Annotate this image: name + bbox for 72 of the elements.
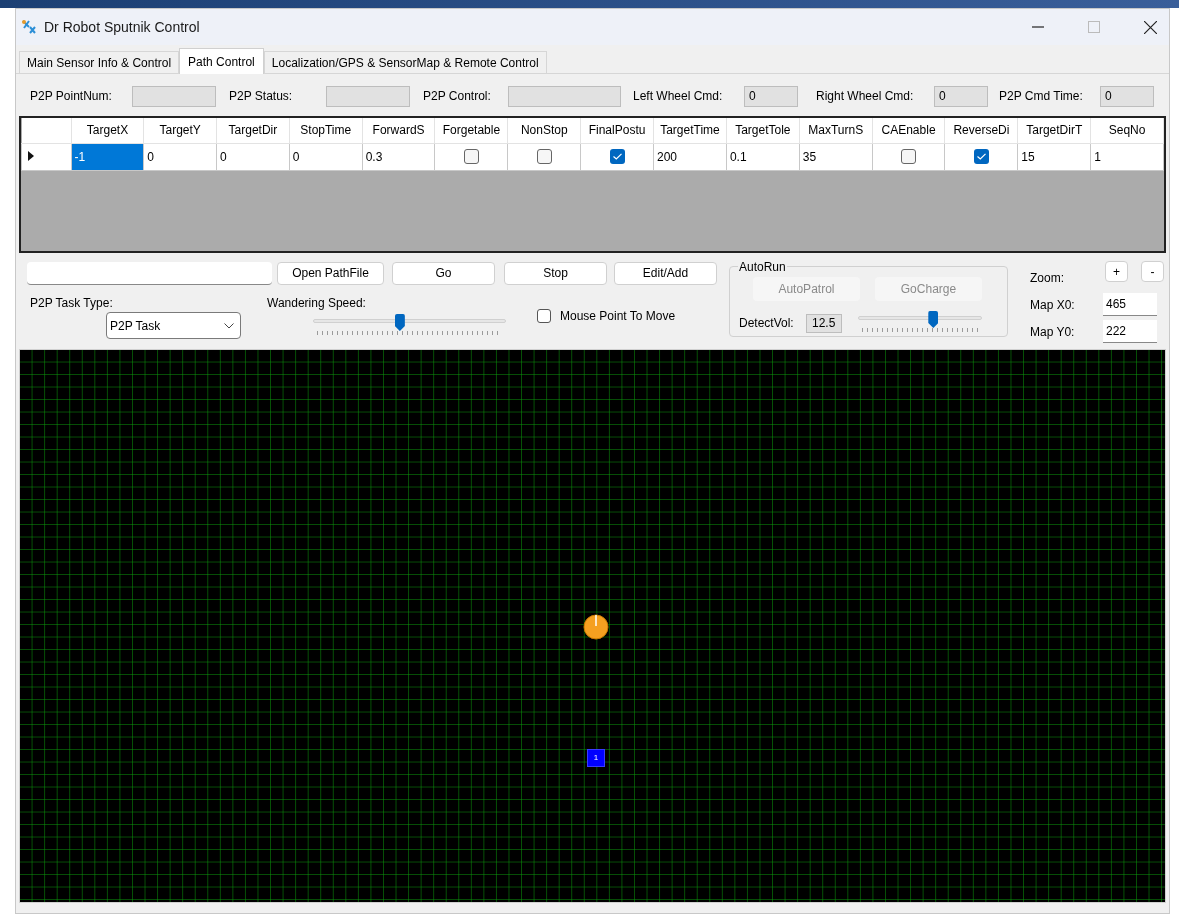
column-header[interactable]: TargetTime xyxy=(653,118,727,143)
table-cell[interactable]: 0 xyxy=(143,143,217,170)
checkbox[interactable] xyxy=(463,149,479,164)
table-cell[interactable]: 0 xyxy=(216,143,290,170)
tab[interactable]: Localization/GPS & SensorMap & Remote Control xyxy=(263,51,547,73)
checkbox-label: Mouse Point To Move xyxy=(560,308,676,325)
detect-vol-label: DetectVol: xyxy=(738,315,794,332)
status-field: 0 xyxy=(1100,85,1154,107)
field-label: Map X0: xyxy=(1030,296,1076,314)
wandering-speed-label: Wandering Speed: xyxy=(267,295,367,310)
slider[interactable] xyxy=(857,311,982,335)
waypoint-marker: 1 xyxy=(587,749,605,767)
checkbox[interactable] xyxy=(973,149,989,164)
table-cell[interactable]: 15 xyxy=(1017,143,1091,170)
table-cell[interactable]: 0.1 xyxy=(726,143,800,170)
task-type-label: P2P Task Type: xyxy=(30,295,114,310)
close-icon[interactable] xyxy=(1144,20,1157,34)
column-header[interactable]: ForwardS xyxy=(362,118,435,143)
column-header[interactable]: StopTime xyxy=(289,118,363,143)
field-label: Map Y0: xyxy=(1030,323,1076,341)
column-header[interactable]: TargetDirT xyxy=(1017,118,1091,143)
column-header[interactable]: TargetDir xyxy=(216,118,290,143)
table-cell[interactable]: 200 xyxy=(653,143,727,170)
zoom-label: Zoom: xyxy=(1030,270,1065,287)
column-header[interactable]: TargetX xyxy=(71,118,144,143)
column-header[interactable]: ReverseDi xyxy=(944,118,1018,143)
button[interactable]: Edit/Add xyxy=(614,261,717,285)
field-label: P2P Control: xyxy=(423,88,492,105)
tab[interactable]: Main Sensor Info & Control xyxy=(19,51,180,73)
input-field[interactable]: 222 xyxy=(1103,320,1157,343)
field-label: P2P Cmd Time: xyxy=(999,88,1084,105)
check-icon xyxy=(612,153,622,160)
app-icon xyxy=(21,19,37,35)
status-field: 0 xyxy=(934,85,988,107)
field-label: P2P Status: xyxy=(229,88,294,105)
status-field: 0 xyxy=(744,85,798,107)
slider[interactable] xyxy=(313,314,506,338)
input-field[interactable]: 465 xyxy=(1103,293,1157,316)
column-header[interactable]: NonStop xyxy=(507,118,581,143)
column-header[interactable]: SeqNo xyxy=(1090,118,1164,143)
column-header[interactable]: Forgetable xyxy=(435,118,508,143)
path-file-field[interactable] xyxy=(27,261,272,285)
button[interactable]: Open PathFile xyxy=(277,261,384,285)
field-label: P2P PointNum: xyxy=(30,88,113,105)
table-cell[interactable]: 1 xyxy=(1090,143,1164,170)
button[interactable]: Go xyxy=(392,261,495,285)
table-cell[interactable]: 0 xyxy=(289,143,363,170)
checkbox[interactable] xyxy=(536,149,552,164)
table-cell[interactable]: -1 xyxy=(71,143,144,170)
table-cell[interactable]: 35 xyxy=(799,143,873,170)
zoom-button[interactable]: - xyxy=(1141,261,1164,282)
checkbox[interactable] xyxy=(537,309,551,323)
tab[interactable]: Path Control xyxy=(179,48,264,74)
column-header[interactable]: MaxTurnS xyxy=(799,118,873,143)
column-header[interactable]: FinalPostu xyxy=(580,118,654,143)
map-grid[interactable]: 1 xyxy=(19,349,1166,903)
window-title: Dr Robot Sputnik Control xyxy=(44,17,200,37)
checkbox[interactable] xyxy=(901,149,917,164)
robot-marker xyxy=(583,614,609,640)
detect-vol-field: 12.5 xyxy=(805,313,842,333)
checkbox[interactable] xyxy=(609,149,625,164)
column-header[interactable]: CAEnable xyxy=(872,118,945,143)
chevron-down-icon xyxy=(224,322,234,329)
button[interactable]: Stop xyxy=(504,261,607,285)
table-cell[interactable]: 0.3 xyxy=(362,143,435,170)
column-header[interactable]: TargetTole xyxy=(726,118,800,143)
task-type-dropdown[interactable]: P2P Task xyxy=(106,312,241,339)
field-label: Left Wheel Cmd: xyxy=(633,88,724,105)
check-icon xyxy=(976,153,986,160)
column-header[interactable]: TargetY xyxy=(143,118,217,143)
zoom-button[interactable]: + xyxy=(1105,261,1128,282)
field-label: Right Wheel Cmd: xyxy=(816,88,915,105)
